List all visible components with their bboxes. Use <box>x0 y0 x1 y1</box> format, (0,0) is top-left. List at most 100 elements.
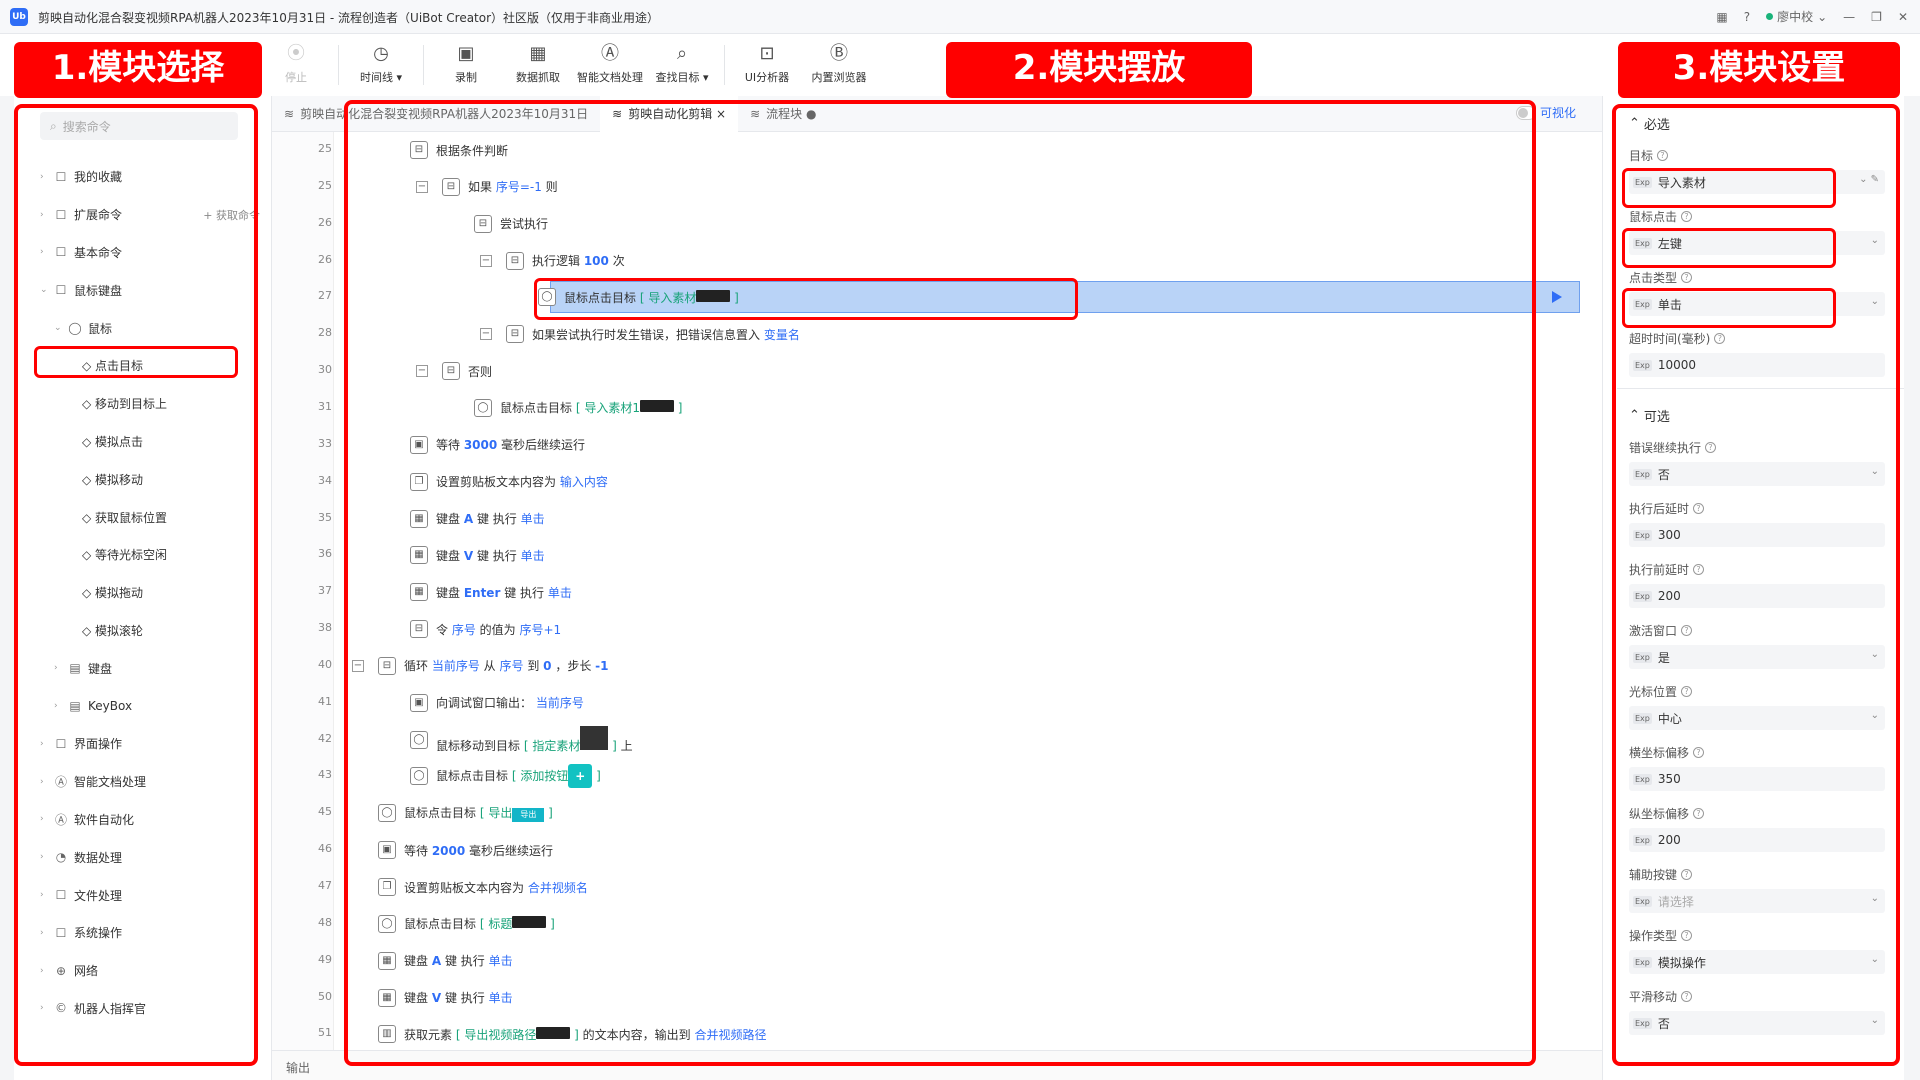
property-input[interactable]: Exp 200 <box>1629 584 1885 608</box>
tree-item[interactable]: ◇ 获取鼠标位置 <box>40 498 260 536</box>
help-icon[interactable]: ? <box>1657 149 1669 161</box>
property-input[interactable]: Exp 导入素材 ⌄ ✎ <box>1629 170 1885 194</box>
expression-toggle[interactable]: Exp <box>1633 1017 1652 1029</box>
target-reference[interactable]: [ 添加按钮 <box>512 769 569 783</box>
property-input[interactable]: Exp 请选择 ⌄ <box>1629 889 1885 913</box>
collapse-toggle-icon[interactable]: − <box>352 659 364 672</box>
property-input[interactable]: Exp 左键 ⌄ <box>1629 231 1885 255</box>
flow-row[interactable]: 48 ◯ 鼠标点击目标 [ 标题 ] <box>272 906 1582 942</box>
flow-row[interactable]: 25 ⊟ 根据条件判断 <box>272 132 1582 168</box>
property-input[interactable]: Exp 是 ⌄ <box>1629 645 1885 669</box>
expression-toggle[interactable]: Exp <box>1633 651 1652 663</box>
tree-item[interactable]: ⌄ ◯ 鼠标 <box>40 309 260 347</box>
tree-item[interactable]: › ⊕ 网络 <box>40 952 260 990</box>
tab-2[interactable]: ≋ 流程块 ● <box>738 96 828 132</box>
tree-item[interactable]: › ▤ KeyBox <box>40 687 260 725</box>
optional-section-header[interactable]: ⌃ 可选 <box>1629 406 1670 425</box>
property-input[interactable]: Exp 200 <box>1629 828 1885 852</box>
toolbar-button-6[interactable]: ⊡ UI分析器 <box>731 36 803 94</box>
property-input[interactable]: Exp 350 <box>1629 767 1885 791</box>
expression-toggle[interactable]: Exp <box>1633 359 1652 371</box>
chevron-down-icon[interactable]: ⌄ <box>1871 893 1879 904</box>
visual-toggle[interactable]: 可视化 <box>1515 104 1576 121</box>
flow-row[interactable]: 27 ◯ 鼠标点击目标 [ 导入素材 ] <box>272 279 1582 315</box>
help-icon[interactable]: ? <box>1693 807 1705 819</box>
toolbar-button-2[interactable]: ▣ 录制 <box>430 36 502 94</box>
tab-1[interactable]: ≋ 剪映自动化剪辑 × <box>600 95 739 132</box>
expression-toggle[interactable]: Exp <box>1633 834 1652 846</box>
flow-row[interactable]: 31 ◯ 鼠标点击目标 [ 导入素材1 ] <box>272 390 1582 426</box>
flow-row[interactable]: 34 ❐ 设置剪贴板文本内容为 输入内容 <box>272 464 1582 500</box>
target-reference[interactable]: ] <box>544 806 553 820</box>
property-input[interactable]: Exp 10000 <box>1629 353 1885 377</box>
tree-item[interactable]: › ◔ 数据处理 <box>40 838 260 876</box>
minimize-icon[interactable]: — <box>1843 10 1855 24</box>
flow-row[interactable]: 40 − ⊟ 循环 当前序号 从 序号 到 0 ，步长 -1 <box>272 648 1582 684</box>
get-command-link[interactable]: + 获取命令 <box>203 207 260 223</box>
tree-item[interactable]: › Ⓐ 智能文档处理 <box>40 763 260 801</box>
chevron-down-icon[interactable]: ⌄ <box>1871 466 1879 477</box>
flow-row[interactable]: 47 ❐ 设置剪贴板文本内容为 合并视频名 <box>272 869 1582 905</box>
tree-item[interactable]: › Ⓐ 软件自动化 <box>40 801 260 839</box>
property-input[interactable]: Exp 否 ⌄ <box>1629 1011 1885 1035</box>
expression-toggle[interactable]: Exp <box>1633 529 1652 541</box>
flow-row[interactable]: 30 − ⊟ 否则 <box>272 353 1582 389</box>
target-reference[interactable]: [ 导入素材1 <box>576 401 640 415</box>
expression-toggle[interactable]: Exp <box>1633 590 1652 602</box>
tree-item[interactable]: ◇ 移动到目标上 <box>40 385 260 423</box>
flow-row[interactable]: 43 ◯ 鼠标点击目标 [ 添加按钮 + ] <box>272 758 1582 794</box>
target-reference[interactable]: ] <box>546 917 555 931</box>
flow-row[interactable]: 38 ⊟ 令 序号 的值为 序号+1 <box>272 611 1582 647</box>
chevron-down-icon[interactable]: ⌄ <box>1871 1015 1879 1026</box>
tree-item[interactable]: ◇ 等待光标空闲 <box>40 536 260 574</box>
tree-item[interactable]: › ☐ 我的收藏 <box>40 158 260 196</box>
flow-row[interactable]: 25 − ⊟ 如果 序号=-1 则 <box>272 169 1582 205</box>
target-reference[interactable]: [ 导入素材 <box>640 291 697 305</box>
flow-row[interactable]: 35 ▦ 键盘 A 键 执行 单击 <box>272 501 1582 537</box>
flow-row[interactable]: 50 ▦ 键盘 V 键 执行 单击 <box>272 980 1582 1016</box>
tree-item[interactable]: › ☐ 基本命令 <box>40 234 260 272</box>
chevron-down-icon[interactable]: ⌄ <box>1871 649 1879 660</box>
chevron-down-icon[interactable]: ⌄ <box>1871 296 1879 307</box>
expression-toggle[interactable]: Exp <box>1633 468 1652 480</box>
tree-item[interactable]: › ☐ 扩展命令 + 获取命令 <box>40 196 260 234</box>
property-input[interactable]: Exp 中心 ⌄ <box>1629 706 1885 730</box>
target-reference[interactable]: ] <box>592 769 601 783</box>
command-search-input[interactable]: ⌕ 搜索命令 <box>40 112 238 140</box>
flow-row[interactable]: 51 ▥ 获取元素 [ 导出视频路径 ] 的文本内容，输出到 合并视频路径 <box>272 1016 1582 1052</box>
target-reference[interactable]: ] <box>570 1028 579 1042</box>
toggle-switch[interactable] <box>1515 105 1536 120</box>
tree-item[interactable]: › ▤ 键盘 <box>40 649 260 687</box>
help-icon[interactable]: ? <box>1681 210 1693 222</box>
tab-0[interactable]: ≋ 剪映自动化混合裂变视频RPA机器人2023年10月31日 <box>272 96 600 132</box>
flow-row[interactable]: 26 − ⊟ 执行逻辑 100 次 <box>272 243 1582 279</box>
property-input[interactable]: Exp 模拟操作 ⌄ <box>1629 950 1885 974</box>
property-input[interactable]: Exp 300 <box>1629 523 1885 547</box>
help-icon[interactable]: ? <box>1693 746 1705 758</box>
expression-toggle[interactable]: Exp <box>1633 712 1652 724</box>
tree-item[interactable]: › ☐ 系统操作 <box>40 914 260 952</box>
collapse-toggle-icon[interactable]: − <box>416 365 428 378</box>
expression-toggle[interactable]: Exp <box>1633 176 1652 188</box>
tree-item[interactable]: ◇ 模拟移动 <box>40 460 260 498</box>
tree-item[interactable]: › © 机器人指挥官 <box>40 990 260 1028</box>
flow-row[interactable]: 46 ▣ 等待 2000 毫秒后继续运行 <box>272 832 1582 868</box>
toolbar-button-7[interactable]: Ⓑ 内置浏览器 <box>803 36 875 94</box>
target-reference[interactable]: ] <box>674 401 683 415</box>
flow-row[interactable]: 28 − ⊟ 如果尝试执行时发生错误，把错误信息置入 变量名 <box>272 316 1582 352</box>
target-reference[interactable]: [ 导出视频路径 <box>456 1028 537 1042</box>
target-reference[interactable]: ] <box>608 739 617 753</box>
flow-row[interactable]: 42 ◯ 鼠标移动到目标 [ 指定素材 ] 上 <box>272 722 1582 758</box>
target-reference[interactable]: ] <box>730 291 739 305</box>
help-icon[interactable]: ? <box>1681 685 1693 697</box>
output-bar[interactable]: 输出 <box>272 1050 1602 1080</box>
flow-row[interactable]: 45 ◯ 鼠标点击目标 [ 导出 导出 ] <box>272 795 1582 831</box>
toolbar-button-5[interactable]: ⌕ 查找目标 ▾ <box>646 36 718 94</box>
maximize-icon[interactable]: ❐ <box>1871 10 1882 24</box>
tree-item[interactable]: ◇ 模拟点击 <box>40 423 260 461</box>
toolbar-button-3[interactable]: ▦ 数据抓取 <box>502 36 574 94</box>
user-menu[interactable]: 廖中校 ⌄ <box>1766 8 1827 25</box>
tree-item[interactable]: › ☐ 界面操作 <box>40 725 260 763</box>
toolbar-button-0[interactable]: ⦿ 停止 <box>260 36 332 94</box>
expression-toggle[interactable]: Exp <box>1633 237 1652 249</box>
